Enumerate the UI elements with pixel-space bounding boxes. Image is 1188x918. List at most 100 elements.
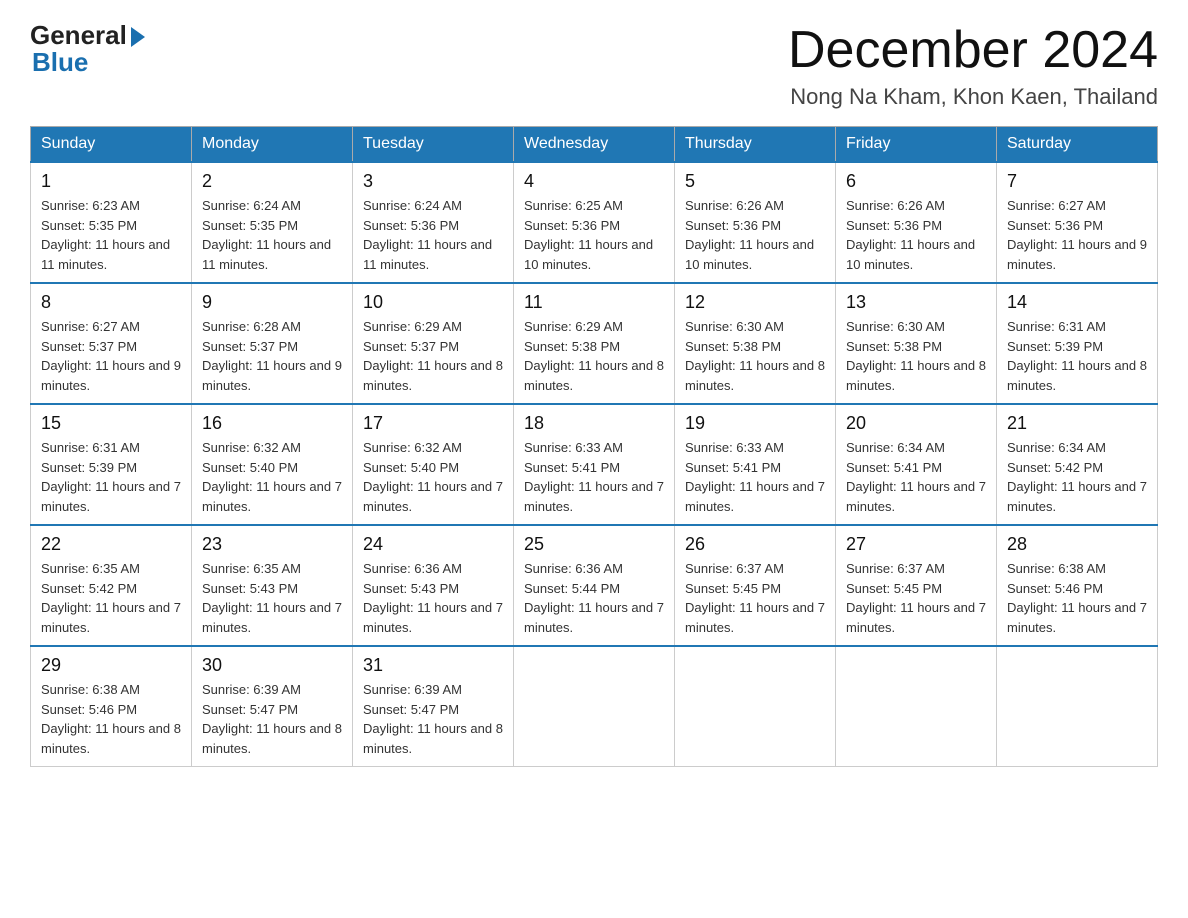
day-info: Sunrise: 6:38 AM Sunset: 5:46 PM Dayligh… [41,680,181,758]
day-number: 4 [524,171,664,192]
calendar-header-saturday: Saturday [997,127,1158,163]
day-info: Sunrise: 6:29 AM Sunset: 5:37 PM Dayligh… [363,317,503,395]
day-info: Sunrise: 6:33 AM Sunset: 5:41 PM Dayligh… [685,438,825,516]
calendar-day-cell: 11 Sunrise: 6:29 AM Sunset: 5:38 PM Dayl… [514,283,675,404]
sunrise-label: Sunrise: 6:25 AM [524,198,623,213]
calendar-header-row: SundayMondayTuesdayWednesdayThursdayFrid… [31,127,1158,163]
sunset-label: Sunset: 5:38 PM [524,339,620,354]
day-info: Sunrise: 6:30 AM Sunset: 5:38 PM Dayligh… [846,317,986,395]
day-number: 18 [524,413,664,434]
sunset-label: Sunset: 5:42 PM [1007,460,1103,475]
calendar-day-cell: 5 Sunrise: 6:26 AM Sunset: 5:36 PM Dayli… [675,162,836,283]
calendar-header-friday: Friday [836,127,997,163]
day-info: Sunrise: 6:32 AM Sunset: 5:40 PM Dayligh… [202,438,342,516]
day-number: 26 [685,534,825,555]
calendar-header-tuesday: Tuesday [353,127,514,163]
day-number: 31 [363,655,503,676]
calendar-day-cell: 8 Sunrise: 6:27 AM Sunset: 5:37 PM Dayli… [31,283,192,404]
sunset-label: Sunset: 5:36 PM [363,218,459,233]
calendar-day-cell: 18 Sunrise: 6:33 AM Sunset: 5:41 PM Dayl… [514,404,675,525]
day-number: 12 [685,292,825,313]
calendar-day-cell: 15 Sunrise: 6:31 AM Sunset: 5:39 PM Dayl… [31,404,192,525]
sunset-label: Sunset: 5:36 PM [846,218,942,233]
calendar-day-cell [836,646,997,767]
sunset-label: Sunset: 5:40 PM [363,460,459,475]
day-number: 13 [846,292,986,313]
sunset-label: Sunset: 5:39 PM [1007,339,1103,354]
calendar-day-cell: 23 Sunrise: 6:35 AM Sunset: 5:43 PM Dayl… [192,525,353,646]
daylight-label: Daylight: 11 hours and 7 minutes. [685,479,825,514]
calendar-day-cell: 29 Sunrise: 6:38 AM Sunset: 5:46 PM Dayl… [31,646,192,767]
sunset-label: Sunset: 5:43 PM [363,581,459,596]
sunrise-label: Sunrise: 6:30 AM [846,319,945,334]
sunrise-label: Sunrise: 6:39 AM [202,682,301,697]
calendar-day-cell [997,646,1158,767]
sunrise-label: Sunrise: 6:36 AM [363,561,462,576]
daylight-label: Daylight: 11 hours and 8 minutes. [202,721,342,756]
calendar-day-cell [514,646,675,767]
day-number: 24 [363,534,503,555]
calendar-header-wednesday: Wednesday [514,127,675,163]
daylight-label: Daylight: 11 hours and 10 minutes. [846,237,975,272]
day-number: 28 [1007,534,1147,555]
calendar-day-cell: 20 Sunrise: 6:34 AM Sunset: 5:41 PM Dayl… [836,404,997,525]
calendar-day-cell: 10 Sunrise: 6:29 AM Sunset: 5:37 PM Dayl… [353,283,514,404]
calendar-day-cell: 28 Sunrise: 6:38 AM Sunset: 5:46 PM Dayl… [997,525,1158,646]
calendar-day-cell: 26 Sunrise: 6:37 AM Sunset: 5:45 PM Dayl… [675,525,836,646]
sunset-label: Sunset: 5:46 PM [1007,581,1103,596]
day-number: 23 [202,534,342,555]
day-info: Sunrise: 6:37 AM Sunset: 5:45 PM Dayligh… [846,559,986,637]
calendar-week-row: 1 Sunrise: 6:23 AM Sunset: 5:35 PM Dayli… [31,162,1158,283]
daylight-label: Daylight: 11 hours and 7 minutes. [846,600,986,635]
sunrise-label: Sunrise: 6:37 AM [685,561,784,576]
day-number: 19 [685,413,825,434]
day-info: Sunrise: 6:36 AM Sunset: 5:44 PM Dayligh… [524,559,664,637]
sunrise-label: Sunrise: 6:28 AM [202,319,301,334]
daylight-label: Daylight: 11 hours and 7 minutes. [363,479,503,514]
day-info: Sunrise: 6:36 AM Sunset: 5:43 PM Dayligh… [363,559,503,637]
day-info: Sunrise: 6:39 AM Sunset: 5:47 PM Dayligh… [202,680,342,758]
sunrise-label: Sunrise: 6:32 AM [202,440,301,455]
day-number: 27 [846,534,986,555]
sunset-label: Sunset: 5:36 PM [524,218,620,233]
sunset-label: Sunset: 5:38 PM [846,339,942,354]
day-info: Sunrise: 6:26 AM Sunset: 5:36 PM Dayligh… [846,196,986,274]
day-number: 30 [202,655,342,676]
day-number: 5 [685,171,825,192]
sunrise-label: Sunrise: 6:30 AM [685,319,784,334]
daylight-label: Daylight: 11 hours and 8 minutes. [41,721,181,756]
logo-blue-text: Blue [32,47,88,78]
sunrise-label: Sunrise: 6:35 AM [202,561,301,576]
day-number: 11 [524,292,664,313]
day-number: 25 [524,534,664,555]
sunset-label: Sunset: 5:35 PM [202,218,298,233]
day-info: Sunrise: 6:24 AM Sunset: 5:36 PM Dayligh… [363,196,503,274]
sunset-label: Sunset: 5:45 PM [685,581,781,596]
sunrise-label: Sunrise: 6:38 AM [1007,561,1106,576]
sunrise-label: Sunrise: 6:24 AM [363,198,462,213]
sunset-label: Sunset: 5:36 PM [685,218,781,233]
day-info: Sunrise: 6:39 AM Sunset: 5:47 PM Dayligh… [363,680,503,758]
day-number: 7 [1007,171,1147,192]
day-number: 16 [202,413,342,434]
day-info: Sunrise: 6:31 AM Sunset: 5:39 PM Dayligh… [41,438,181,516]
title-block: December 2024 Nong Na Kham, Khon Kaen, T… [788,20,1158,110]
day-info: Sunrise: 6:25 AM Sunset: 5:36 PM Dayligh… [524,196,664,274]
sunset-label: Sunset: 5:38 PM [685,339,781,354]
sunrise-label: Sunrise: 6:35 AM [41,561,140,576]
daylight-label: Daylight: 11 hours and 7 minutes. [524,600,664,635]
day-number: 9 [202,292,342,313]
calendar-day-cell: 22 Sunrise: 6:35 AM Sunset: 5:42 PM Dayl… [31,525,192,646]
daylight-label: Daylight: 11 hours and 9 minutes. [202,358,342,393]
sunset-label: Sunset: 5:47 PM [363,702,459,717]
calendar-day-cell: 24 Sunrise: 6:36 AM Sunset: 5:43 PM Dayl… [353,525,514,646]
day-info: Sunrise: 6:29 AM Sunset: 5:38 PM Dayligh… [524,317,664,395]
daylight-label: Daylight: 11 hours and 10 minutes. [524,237,653,272]
sunset-label: Sunset: 5:37 PM [202,339,298,354]
daylight-label: Daylight: 11 hours and 11 minutes. [202,237,331,272]
day-info: Sunrise: 6:33 AM Sunset: 5:41 PM Dayligh… [524,438,664,516]
daylight-label: Daylight: 11 hours and 7 minutes. [846,479,986,514]
calendar-day-cell: 6 Sunrise: 6:26 AM Sunset: 5:36 PM Dayli… [836,162,997,283]
day-number: 10 [363,292,503,313]
daylight-label: Daylight: 11 hours and 7 minutes. [363,600,503,635]
